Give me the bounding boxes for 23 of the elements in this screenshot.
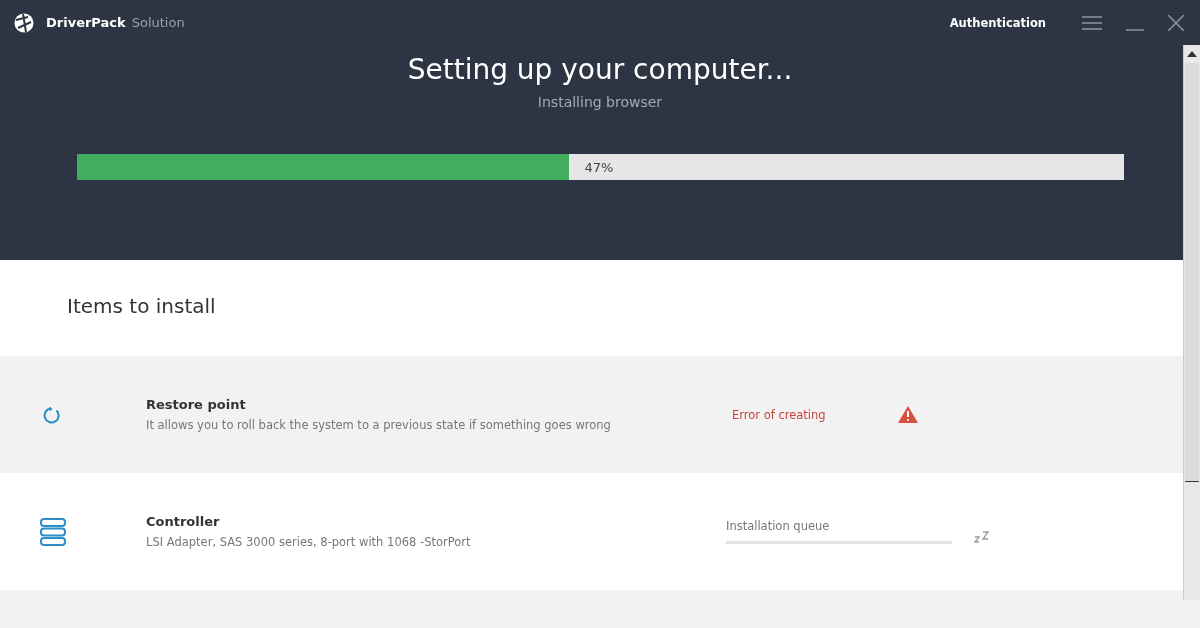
app-name-suffix: Solution (131, 15, 185, 30)
logo-icon (14, 12, 34, 33)
spinner-icon (43, 404, 63, 425)
page-title: Setting up your computer... (407, 53, 793, 86)
queue-status: Installation queue (726, 519, 831, 533)
sleep-icon (974, 530, 990, 543)
server-icon (40, 517, 66, 546)
item-description: It allows you to roll back the system to a previous state if something goes wrong (146, 418, 612, 432)
section-title: Items to install (66, 293, 217, 320)
item-name: Restore point (146, 397, 247, 412)
close-icon[interactable] (1168, 14, 1184, 31)
scrollbar-thumb[interactable] (1185, 63, 1199, 482)
status-subtitle: Installing browser (537, 94, 663, 110)
warning-icon (898, 406, 918, 423)
menu-icon[interactable] (1082, 14, 1102, 31)
scrollbar[interactable] (1183, 45, 1200, 600)
item-name: Controller (146, 514, 221, 529)
progress-percentage: 47% (584, 159, 614, 175)
error-status: Error of creating (732, 407, 827, 422)
authentication-link[interactable]: Authentication (949, 15, 1046, 30)
app-name: DriverPack (46, 15, 126, 30)
scroll-up-icon[interactable] (1187, 51, 1197, 57)
item-description: LSI Adapter, SAS 3000 series, 8-port with 1068 -StorPort (146, 535, 472, 549)
